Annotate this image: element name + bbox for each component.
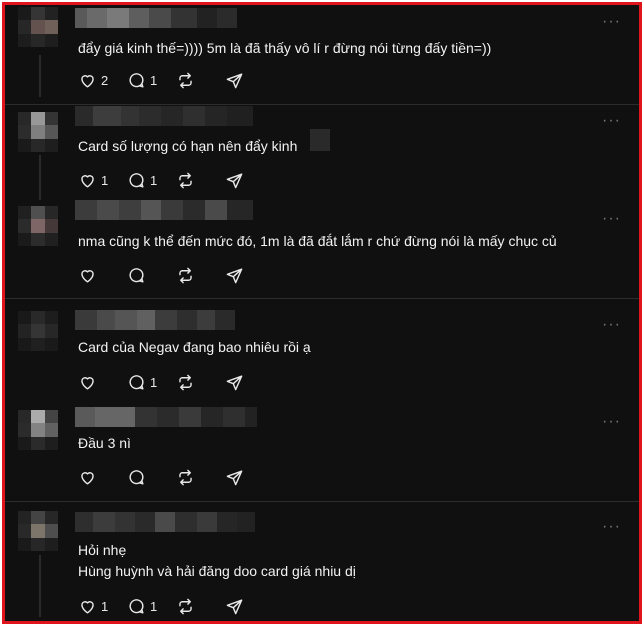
more-options-button[interactable]: ··· bbox=[602, 414, 621, 430]
repost-button[interactable] bbox=[176, 171, 209, 190]
repost-button[interactable] bbox=[176, 71, 209, 90]
comment-text: Card số lượng có hạn nên đẩy kinh bbox=[78, 138, 298, 154]
comment-bubble-icon bbox=[129, 374, 144, 390]
reply-button[interactable]: 1 bbox=[127, 597, 160, 616]
repost-icon bbox=[179, 598, 192, 614]
share-button[interactable] bbox=[225, 266, 244, 285]
avatar[interactable] bbox=[18, 511, 58, 551]
repost-icon bbox=[179, 172, 192, 188]
avatar[interactable] bbox=[18, 7, 58, 47]
comment-actions: 1 1 bbox=[78, 169, 260, 191]
thread-line bbox=[39, 555, 41, 617]
repost-button[interactable] bbox=[176, 597, 209, 616]
like-count: 1 bbox=[101, 598, 109, 614]
repost-icon bbox=[179, 267, 192, 283]
repost-icon bbox=[179, 72, 192, 88]
comment-actions bbox=[78, 466, 260, 488]
repost-button[interactable] bbox=[176, 373, 209, 392]
avatar[interactable] bbox=[18, 112, 58, 152]
heart-icon bbox=[81, 471, 94, 485]
heart-icon bbox=[81, 174, 94, 188]
comment-bubble-icon bbox=[129, 267, 144, 283]
comment-bubble-icon bbox=[129, 172, 144, 188]
reply-count: 1 bbox=[150, 598, 158, 614]
comment-text: đẩy giá kinh thế=)))) 5m là đã thấy vô l… bbox=[78, 40, 492, 56]
like-button[interactable]: 1 bbox=[78, 171, 111, 190]
send-icon bbox=[226, 469, 243, 485]
reply-count: 1 bbox=[150, 72, 158, 88]
reply-count: 1 bbox=[150, 374, 158, 390]
comment-bubble-icon bbox=[129, 72, 144, 88]
avatar[interactable] bbox=[18, 311, 58, 351]
send-icon bbox=[226, 72, 243, 88]
comment-text: Hùng huỳnh và hải đăng doo card giá nhiu… bbox=[78, 563, 356, 579]
heart-icon bbox=[81, 376, 94, 390]
repost-button[interactable] bbox=[176, 468, 209, 487]
thread-line bbox=[39, 55, 41, 97]
username-blurred[interactable] bbox=[75, 512, 255, 532]
comment-bubble-icon bbox=[129, 598, 144, 614]
send-icon bbox=[226, 374, 243, 390]
comment-text: Hỏi nhẹ bbox=[78, 542, 127, 558]
heart-icon bbox=[81, 74, 94, 88]
blurred-patch bbox=[310, 129, 330, 151]
heart-icon bbox=[81, 269, 94, 283]
more-options-button[interactable]: ··· bbox=[602, 519, 621, 535]
comment-actions: 1 1 bbox=[78, 595, 260, 617]
comment-actions: 1 bbox=[78, 371, 260, 393]
divider bbox=[5, 298, 639, 299]
reply-button[interactable]: 1 bbox=[127, 373, 160, 392]
comment-bubble-icon bbox=[129, 469, 144, 485]
like-button[interactable]: 2 bbox=[78, 71, 111, 90]
thread-line bbox=[39, 155, 41, 200]
reply-button[interactable]: 1 bbox=[127, 171, 160, 190]
send-icon bbox=[226, 172, 243, 188]
repost-icon bbox=[179, 469, 192, 485]
share-button[interactable] bbox=[225, 468, 244, 487]
like-button[interactable] bbox=[78, 266, 111, 285]
avatar[interactable] bbox=[18, 410, 58, 450]
more-options-button[interactable]: ··· bbox=[602, 211, 621, 227]
heart-icon bbox=[81, 600, 94, 614]
more-options-button[interactable]: ··· bbox=[602, 317, 621, 333]
username-blurred[interactable] bbox=[75, 407, 257, 427]
comment-actions: 2 1 bbox=[78, 69, 260, 91]
more-options-button[interactable]: ··· bbox=[602, 113, 621, 129]
send-icon bbox=[226, 598, 243, 614]
divider bbox=[5, 104, 639, 105]
like-button[interactable]: 1 bbox=[78, 597, 111, 616]
like-count: 1 bbox=[101, 172, 109, 188]
share-button[interactable] bbox=[225, 373, 244, 392]
reply-count: 1 bbox=[150, 172, 158, 188]
reply-button[interactable] bbox=[127, 468, 160, 487]
comments-panel: ··· đẩy giá kinh thế=)))) 5m là đã thấy … bbox=[2, 2, 642, 624]
comment-actions bbox=[78, 264, 260, 286]
share-button[interactable] bbox=[225, 71, 244, 90]
send-icon bbox=[226, 267, 243, 283]
comment-text: nma cũng k thể đến mức đó, 1m là đã đắt … bbox=[78, 233, 557, 249]
reply-button[interactable]: 1 bbox=[127, 71, 160, 90]
username-blurred[interactable] bbox=[75, 106, 253, 126]
more-options-button[interactable]: ··· bbox=[602, 14, 621, 30]
like-button[interactable] bbox=[78, 373, 111, 392]
share-button[interactable] bbox=[225, 171, 244, 190]
avatar[interactable] bbox=[18, 206, 58, 246]
divider bbox=[5, 501, 639, 502]
comment-text: Đầu 3 nì bbox=[78, 435, 131, 451]
like-count: 2 bbox=[101, 72, 109, 88]
comment-text: Card của Negav đang bao nhiêu rồi ạ bbox=[78, 339, 311, 355]
reply-button[interactable] bbox=[127, 266, 160, 285]
username-blurred[interactable] bbox=[75, 310, 235, 330]
username-blurred[interactable] bbox=[75, 200, 253, 220]
username-blurred[interactable] bbox=[75, 8, 237, 28]
repost-button[interactable] bbox=[176, 266, 209, 285]
share-button[interactable] bbox=[225, 597, 244, 616]
repost-icon bbox=[179, 374, 192, 390]
like-button[interactable] bbox=[78, 468, 111, 487]
